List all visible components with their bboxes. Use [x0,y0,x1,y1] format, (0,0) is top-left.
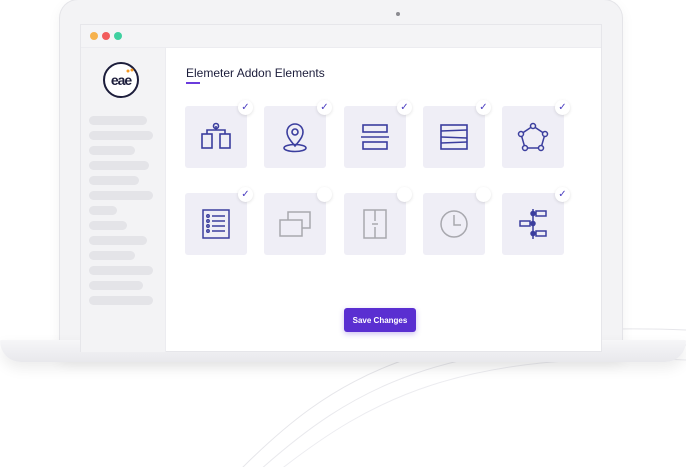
sidebar-item-13[interactable] [89,296,153,305]
element-tile-7[interactable]: ✓ [264,187,332,255]
sidebar-item-12[interactable] [89,281,143,290]
check-toggle-3[interactable]: ✓ [397,100,412,115]
sidebar-item-1[interactable] [89,116,147,125]
sidebar-item-4[interactable] [89,161,149,170]
sidebar-item-5[interactable] [89,176,139,185]
logo-dots-icon [126,68,134,73]
element-tile-1[interactable]: ✓ [185,100,253,168]
app-window: eae Elemeter Addon Elements ✓ ✓ ✓ ✓ ✓ ✓ … [80,24,602,352]
sidebar-item-3[interactable] [89,146,135,155]
element-tile-2[interactable]: ✓ [264,100,332,168]
check-toggle-10[interactable]: ✓ [555,187,570,202]
check-toggle-4[interactable]: ✓ [476,100,491,115]
check-toggle-9[interactable]: ✓ [476,187,491,202]
save-changes-button[interactable]: Save Changes [344,308,416,332]
check-toggle-8[interactable]: ✓ [397,187,412,202]
radial-nodes-icon [517,122,549,152]
product-comparison-icon [201,122,231,149]
check-toggle-6[interactable]: ✓ [238,187,253,202]
sidebar-item-7[interactable] [89,206,117,215]
window-dot-green[interactable] [114,32,122,40]
layered-panels-icon [279,211,311,237]
element-tile-4[interactable]: ✓ [423,100,491,168]
element-tile-8[interactable]: ✓ [344,187,412,255]
element-tile-9[interactable]: ✓ [423,187,491,255]
main-panel: Elemeter Addon Elements ✓ ✓ ✓ ✓ ✓ ✓ ✓ Sa… [165,48,601,351]
timeline-icon [519,209,547,239]
location-pin-icon [283,123,307,153]
table-rows-icon [440,124,468,150]
window-dot-orange[interactable] [90,32,98,40]
element-tile-10[interactable]: ✓ [502,187,570,255]
sidebar-item-10[interactable] [89,251,135,260]
element-tile-5[interactable]: ✓ [502,100,570,168]
clock-icon [440,210,468,238]
eae-logo: eae [103,62,139,98]
vertical-split-icon [363,209,387,239]
sidebar: eae [81,48,166,352]
sidebar-item-9[interactable] [89,236,147,245]
check-toggle-1[interactable]: ✓ [238,100,253,115]
sidebar-item-2[interactable] [89,131,153,140]
sidebar-item-11[interactable] [89,266,153,275]
title-underline [186,82,200,84]
element-tile-6[interactable]: ✓ [185,187,253,255]
horizontal-split-icon [361,124,389,150]
window-titlebar [81,25,601,48]
window-dot-red[interactable] [102,32,110,40]
camera-icon [396,12,400,16]
check-toggle-5[interactable]: ✓ [555,100,570,115]
page-title: Elemeter Addon Elements [186,66,325,80]
check-toggle-7[interactable]: ✓ [317,187,332,202]
checklist-icon [202,209,230,239]
check-toggle-2[interactable]: ✓ [317,100,332,115]
sidebar-item-6[interactable] [89,191,153,200]
logo-text: eae [110,72,132,88]
sidebar-item-8[interactable] [89,221,127,230]
element-tile-3[interactable]: ✓ [344,100,412,168]
